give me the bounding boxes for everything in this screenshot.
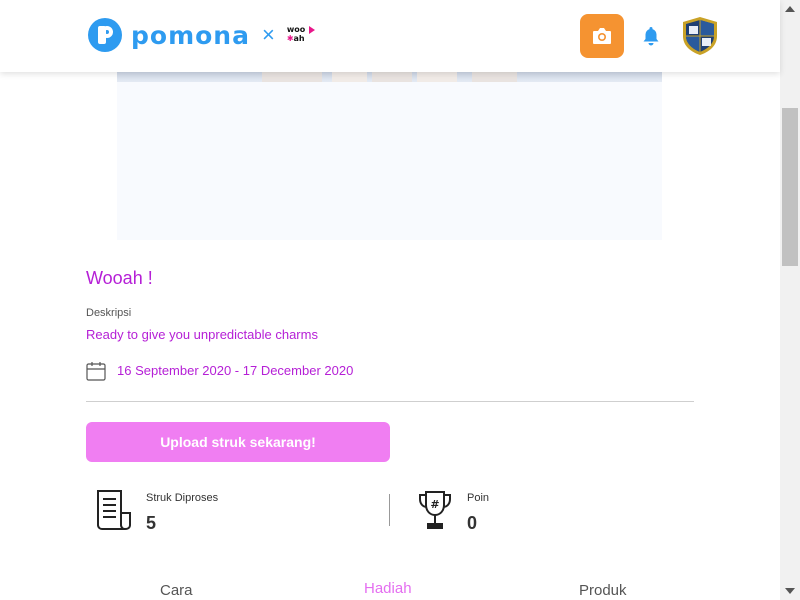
receipts-processed-label: Struk Diproses — [146, 492, 219, 504]
bell-icon — [643, 27, 659, 46]
svg-text:#: # — [430, 498, 439, 511]
profile-avatar[interactable] — [681, 16, 719, 56]
notification-bell[interactable] — [642, 26, 660, 51]
brand-name: pomona — [131, 20, 250, 50]
partner-logo-triangle — [308, 26, 315, 34]
points-value: 0 — [467, 513, 478, 533]
tab-produk[interactable]: Produk — [579, 582, 627, 599]
calendar-icon — [86, 362, 106, 381]
campaign-banner — [117, 72, 662, 240]
campaign-title: Wooah ! — [86, 268, 153, 288]
scroll-thumb[interactable] — [782, 108, 798, 266]
pomona-logo-icon — [88, 18, 122, 52]
scroll-up-arrow-icon[interactable] — [785, 6, 795, 12]
description-label: Deskripsi — [86, 307, 132, 319]
collab-symbol: × — [261, 22, 275, 47]
banner-photo — [117, 72, 662, 82]
scroll-down-arrow-icon[interactable] — [785, 588, 795, 594]
points-label: Poin — [467, 492, 490, 504]
trophy-icon: # — [419, 491, 451, 529]
content-divider — [86, 401, 694, 402]
partner-logo-bottom: ✱ah — [286, 34, 305, 43]
description-text: Ready to give you unpredictable charms — [86, 327, 318, 342]
shield-avatar-icon — [683, 17, 717, 55]
partner-logo: woo ✱ah — [287, 25, 317, 45]
receipt-icon — [97, 490, 131, 530]
upload-receipt-button[interactable]: Upload struk sekarang! — [86, 422, 390, 462]
campaign-date-range: 16 September 2020 - 17 December 2020 — [117, 363, 354, 378]
tab-cara[interactable]: Cara — [160, 582, 193, 599]
camera-button[interactable] — [580, 14, 624, 58]
stats-separator — [389, 494, 390, 526]
brand-logo[interactable]: pomona × woo ✱ah — [88, 18, 317, 52]
camera-icon — [593, 28, 611, 44]
top-header: pomona × woo ✱ah — [0, 0, 780, 72]
receipts-processed-value: 5 — [146, 513, 157, 533]
page-scrollbar[interactable] — [780, 0, 800, 600]
tab-hadiah[interactable]: Hadiah — [364, 580, 412, 597]
